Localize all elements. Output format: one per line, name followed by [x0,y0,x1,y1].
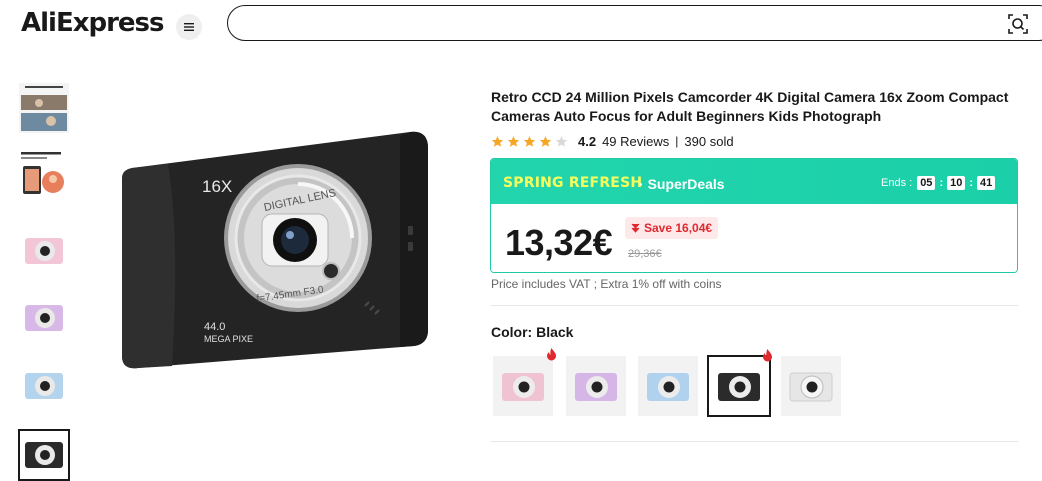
countdown: Ends : 05 : 10 : 41 [881,176,996,190]
thumbnail-banner-2[interactable] [18,147,70,199]
star-icon [523,135,536,147]
menu-button[interactable] [176,14,202,40]
white-camera-image [789,372,833,402]
aliexpress-logo[interactable]: AliExpress [21,8,164,38]
divider [491,441,1018,442]
product-title: Retro CCD 24 Million Pixels Camcorder 4K… [491,89,1009,124]
campaign-name: SPRING REFRESH [503,175,643,191]
pink-camera-image [502,373,544,401]
save-amount: Save 16,04€ [644,221,713,235]
search-bar [227,5,1042,41]
rating-row: 4.2 49 Reviews | 390 sold [491,133,734,149]
ends-label: Ends : [881,177,913,189]
banner-image [19,83,69,133]
vat-note: Price includes VAT ; Extra 1% off with c… [491,277,722,291]
deal-banner: SPRING REFRESH · SuperDeals Ends : 05 : … [491,159,1017,204]
current-price: 13,32€ [505,222,613,263]
main-product-image[interactable]: 16X 44.0 MEGA PIXE DIGITAL LENS f=7.45mm… [110,118,440,378]
sold-count: 390 sold [684,133,734,149]
zoom-text: 16X [202,177,232,196]
blue-camera-image [647,373,689,401]
image-search-icon[interactable] [1007,13,1029,35]
colon: : [939,177,944,189]
countdown-minutes: 10 [947,176,966,190]
save-badge: Save 16,04€ [625,217,719,239]
header: AliExpress [0,0,1042,48]
star-icon [491,135,504,147]
swatch-white[interactable] [781,356,841,416]
hamburger-icon [184,23,194,31]
fire-icon [547,348,556,361]
star-empty-icon [555,135,568,147]
swatch-blue[interactable] [638,356,698,416]
purple-camera-image [575,373,617,401]
pink-camera-image [25,238,63,264]
swatch-pink[interactable] [493,348,556,416]
rating-value: 4.2 [578,133,597,149]
mp-value-text: 44.0 [204,321,225,333]
dot: · [639,176,644,192]
swatch-black[interactable] [707,349,772,417]
divider [491,305,1018,306]
original-price: 29,36€ [628,248,662,260]
deal-box: SPRING REFRESH · SuperDeals Ends : 05 : … [490,158,1018,273]
star-icon [507,135,520,147]
thumbnail-banner-1[interactable] [18,82,70,134]
price-area: 13,32€ Save 16,04€ 29,36€ [491,204,1017,272]
swatch-purple[interactable] [566,356,626,416]
colon: : [969,177,974,189]
separator: | [675,134,679,148]
thumbnail-pink-camera[interactable] [18,225,70,277]
thumbnail-black-camera[interactable] [18,429,70,481]
banner-image [19,148,69,198]
mp-label-text: MEGA PIXE [204,334,253,344]
star-rating[interactable] [491,135,568,148]
purple-camera-image [25,305,63,331]
superdeals-label: · SuperDeals [639,176,725,192]
star-icon [539,135,552,147]
black-camera-image [718,373,760,401]
countdown-seconds: 41 [977,176,996,190]
program-name: SuperDeals [647,176,725,192]
countdown-hours: 05 [917,176,936,190]
black-camera-image [25,442,63,468]
thumbnail-purple-camera[interactable] [18,292,70,344]
blue-camera-image [25,373,63,399]
down-arrow-icon [631,223,640,233]
color-label: Color: Black [491,324,574,340]
thumbnail-blue-camera[interactable] [18,360,70,412]
reviews-link[interactable]: 49 Reviews [602,134,669,149]
fire-icon [763,349,772,362]
search-input[interactable] [244,6,1004,38]
